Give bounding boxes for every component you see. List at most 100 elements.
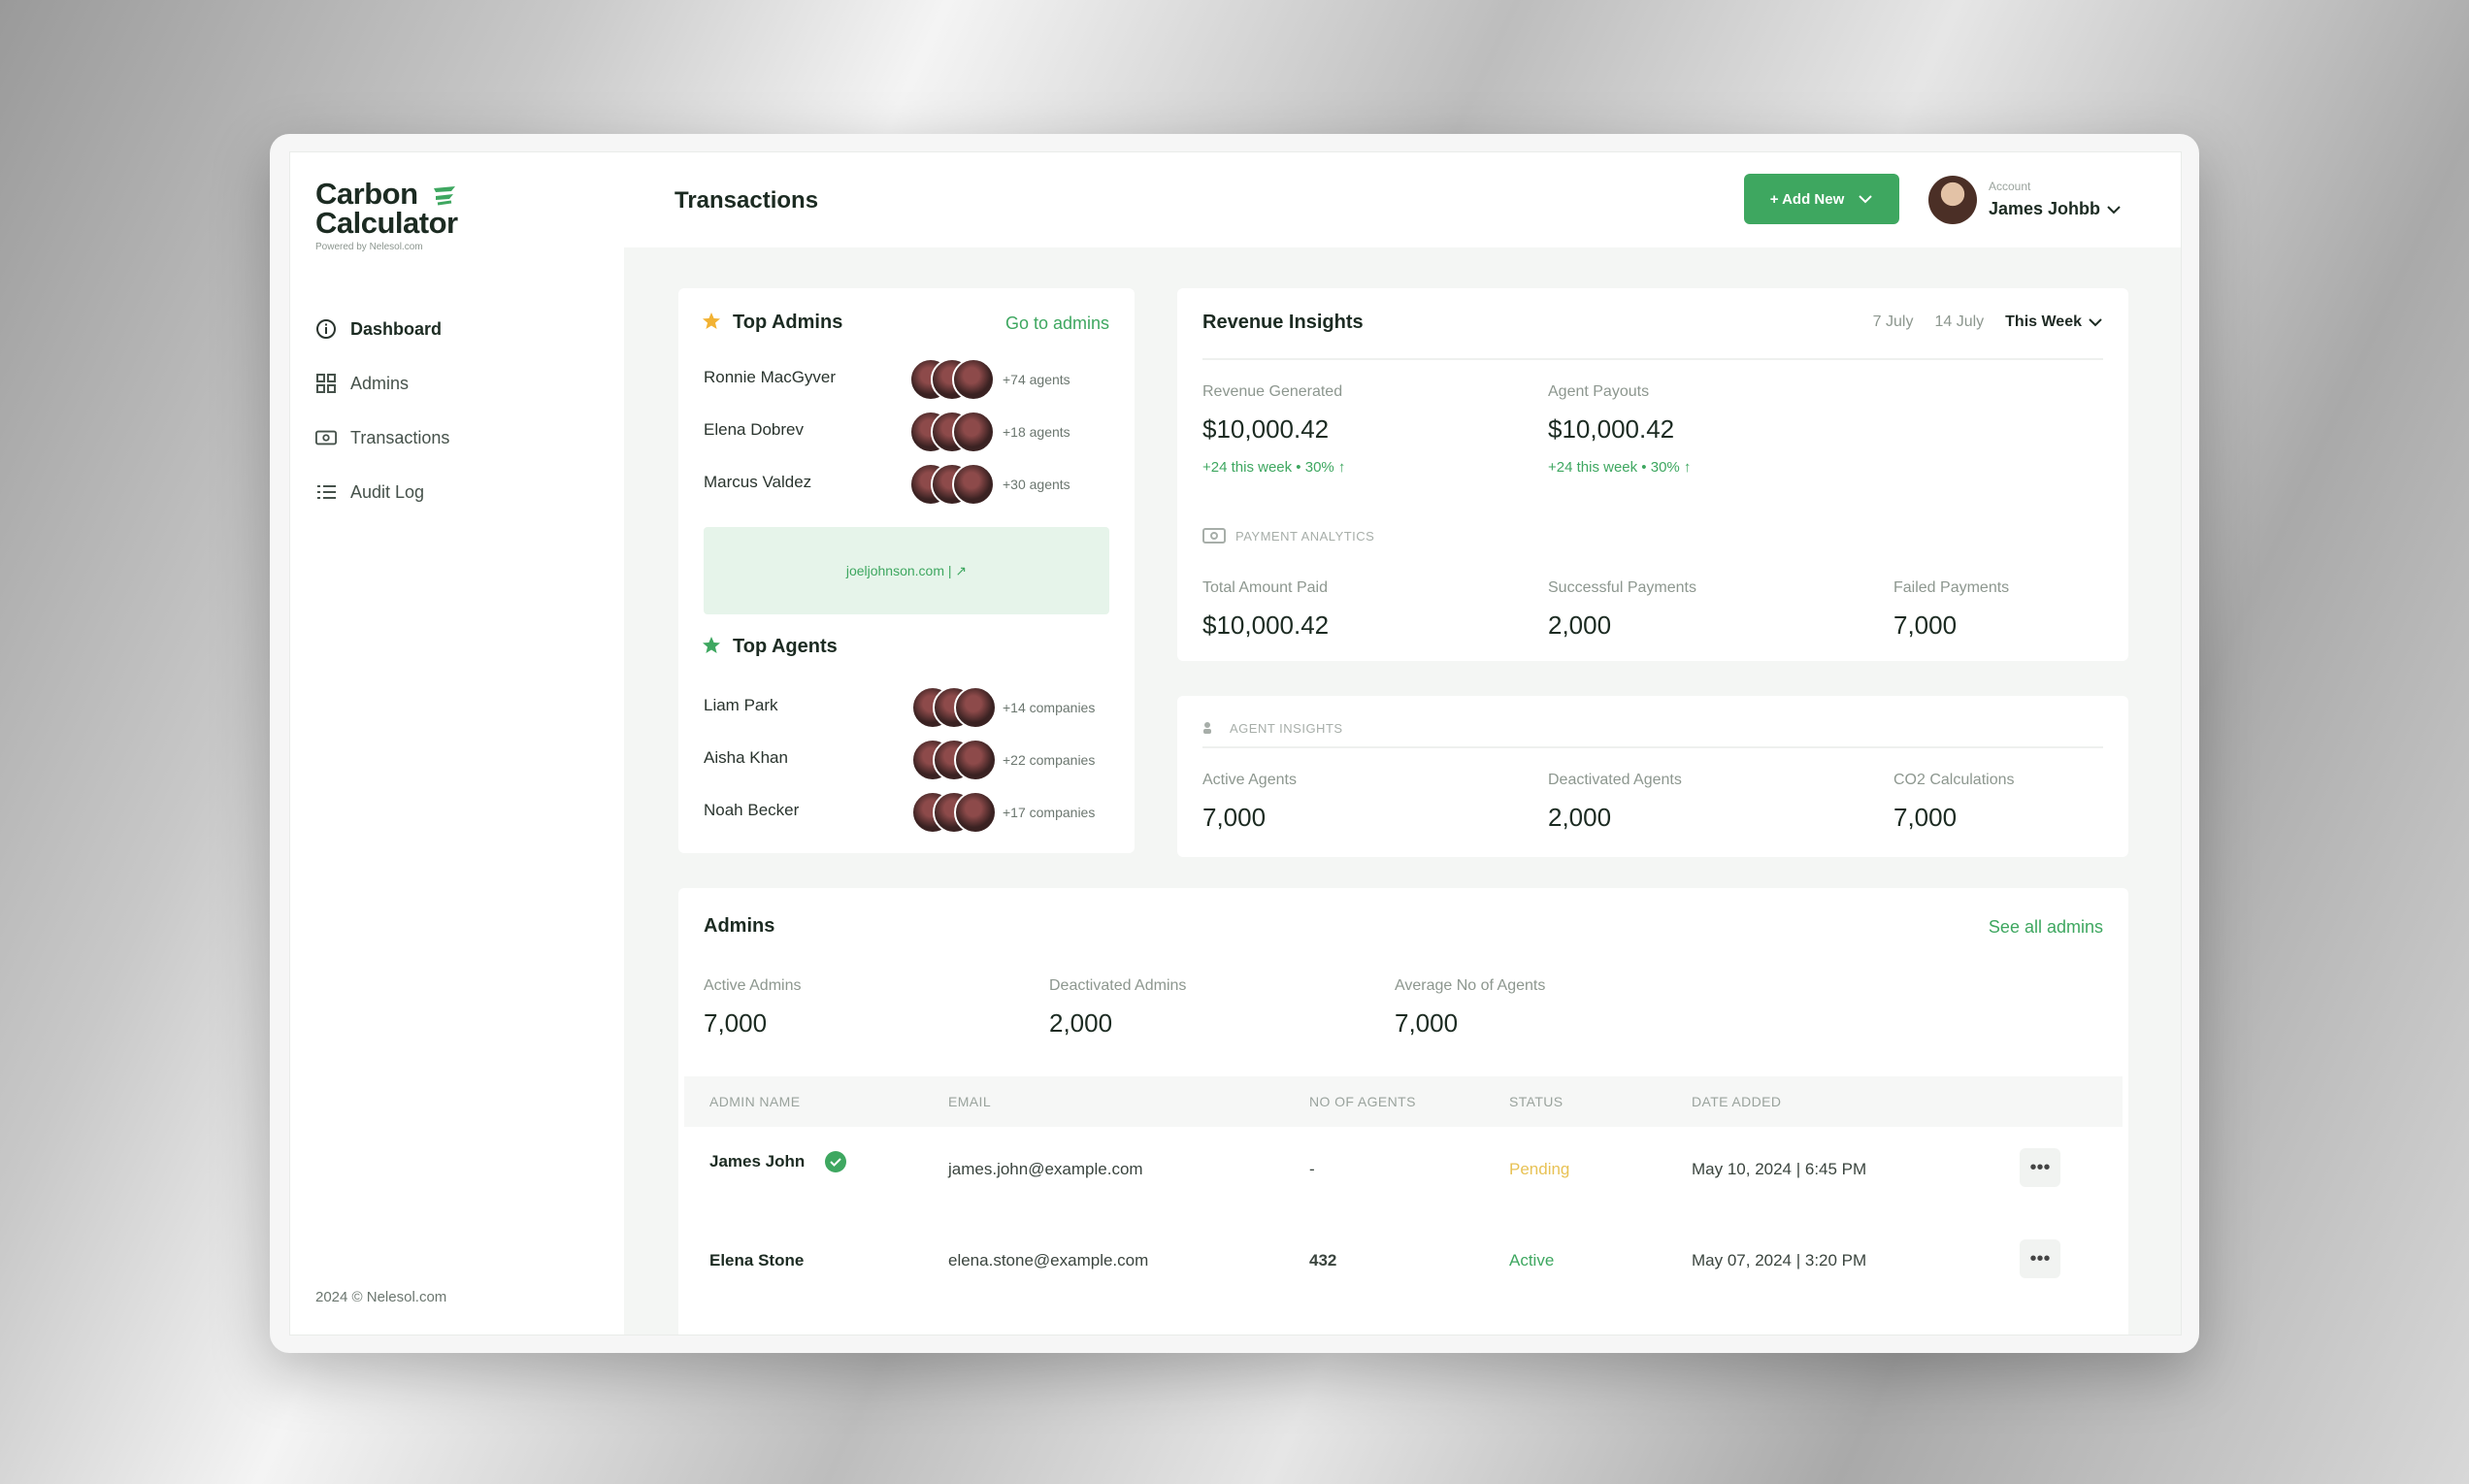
row-menu-button[interactable]: ••• (2020, 1239, 2060, 1278)
main-content: Top Admins Go to admins Ronnie MacGyver … (624, 247, 2181, 1335)
brand-logo[interactable]: Carbon Calculator Powered by Nelesol.com (315, 179, 458, 252)
column-header[interactable]: EMAIL (948, 1094, 991, 1109)
account-name: James Johbb (1989, 199, 2101, 218)
top-admin-name: Marcus Valdez (704, 473, 812, 491)
list-icon (315, 481, 337, 503)
average-agents-value: 7,000 (1395, 1008, 1459, 1038)
avatar[interactable] (1928, 176, 1977, 224)
admin-email[interactable]: elena.stone@example.com (948, 1251, 1148, 1270)
agent-payouts-value: $10,000.42 (1548, 414, 1675, 444)
top-agents-title: Top Agents (733, 636, 838, 657)
avatar-stack (911, 686, 997, 729)
divider (1202, 358, 2103, 360)
brand-sub: Powered by Nelesol.com (315, 242, 423, 252)
app-window: Carbon Calculator Powered by Nelesol.com… (289, 151, 2182, 1336)
co2-calculations-label: CO2 Calculations (1893, 772, 2015, 788)
sidebar-item-dashboard[interactable]: Dashboard (315, 302, 449, 356)
grid-icon (315, 373, 337, 394)
more-icon: ••• (2029, 1156, 2051, 1178)
money-icon (315, 427, 337, 448)
payment-analytics-label: PAYMENT ANALYTICS (1235, 529, 1375, 544)
agent-payouts-label: Agent Payouts (1548, 383, 1650, 400)
brand-line2: Calculator (315, 206, 458, 240)
avatar-stack (909, 463, 995, 506)
company-count: +14 companies (1003, 700, 1096, 715)
admin-agent-count: 432 (1309, 1251, 1337, 1270)
agent-count: +74 agents (1003, 372, 1070, 387)
agent-count: +30 agents (1003, 477, 1070, 492)
sidebar: Carbon Calculator Powered by Nelesol.com… (290, 152, 626, 1335)
avatar-stack (911, 791, 997, 834)
chevron-down-icon (2107, 205, 2121, 214)
add-new-button[interactable]: + Add New (1744, 174, 1899, 224)
revenue-title: Revenue Insights (1202, 312, 1364, 333)
date-filters: 7 July 14 July This Week (1873, 313, 2103, 331)
avatar-stack (909, 411, 995, 453)
admin-date-added: May 10, 2024 | 6:45 PM (1692, 1160, 1867, 1178)
total-paid-value: $10,000.42 (1202, 610, 1330, 640)
filter-this-week-label: This Week (2005, 313, 2082, 330)
info-icon (315, 318, 337, 340)
top-admin-name: Ronnie MacGyver (704, 368, 837, 386)
admin-name: Elena Stone (709, 1251, 805, 1270)
top-agent-name: Noah Becker (704, 801, 800, 819)
active-agents-value: 7,000 (1202, 803, 1267, 832)
leaf-icon (433, 186, 455, 206)
agent-insights-label: AGENT INSIGHTS (1230, 721, 1343, 736)
top-admins-title: Top Admins (733, 312, 843, 333)
column-header[interactable]: DATE ADDED (1692, 1094, 1781, 1109)
filter-14-july[interactable]: 14 July (1934, 313, 1984, 331)
admin-email[interactable]: james.john@example.com (948, 1160, 1143, 1179)
top-agent-name: Aisha Khan (704, 748, 788, 767)
admin-name: James John (709, 1152, 806, 1171)
row-menu-button[interactable]: ••• (2020, 1148, 2060, 1187)
account-label: Account (1989, 180, 2031, 193)
active-agents-label: Active Agents (1202, 772, 1297, 788)
website-link: joeljohnson.com | ↗ (845, 562, 968, 578)
avatar (952, 463, 995, 506)
avatar (952, 411, 995, 453)
deactivated-admins-label: Deactivated Admins (1049, 977, 1187, 994)
verified-icon (825, 1151, 846, 1172)
active-admins-label: Active Admins (704, 977, 802, 994)
column-header[interactable]: STATUS (1509, 1094, 1564, 1109)
admins-title: Admins (704, 915, 775, 937)
avatar (954, 686, 997, 729)
revenue-generated-trend: +24 this week • 30% ↑ (1202, 459, 1346, 476)
top-admin-name: Elena Dobrev (704, 420, 805, 439)
avatar (954, 791, 997, 834)
top-admins-panel: Top Admins Go to admins Ronnie MacGyver … (678, 288, 1135, 853)
sidebar-item-transactions[interactable]: Transactions (315, 411, 449, 465)
average-agents-label: Average No of Agents (1395, 977, 1546, 994)
deactivated-agents-value: 2,000 (1548, 803, 1612, 832)
admin-agent-count: - (1309, 1160, 1315, 1178)
more-icon: ••• (2029, 1247, 2051, 1270)
chevron-down-icon (1859, 195, 1872, 204)
add-new-label: + Add New (1769, 190, 1845, 208)
column-header[interactable]: NO OF AGENTS (1309, 1094, 1416, 1109)
revenue-insights-panel: Revenue Insights 7 July 14 July This Wee… (1177, 288, 2128, 661)
agent-payouts-trend: +24 this week • 30% ↑ (1548, 459, 1692, 476)
sidebar-item-admins[interactable]: Admins (315, 356, 449, 411)
total-paid-label: Total Amount Paid (1202, 579, 1328, 596)
column-header[interactable]: ADMIN NAME (709, 1094, 800, 1109)
star-icon (703, 637, 720, 653)
status-badge: Pending (1509, 1160, 1570, 1178)
see-all-admins-link[interactable]: See all admins (1989, 917, 2103, 938)
account-menu[interactable]: James Johbb (1989, 199, 2122, 219)
sidebar-item-label: Admins (350, 373, 410, 393)
website-link-box[interactable]: joeljohnson.com | ↗ (704, 527, 1109, 614)
successful-payments-label: Successful Payments (1548, 579, 1696, 596)
sidebar-item-audit-log[interactable]: Audit Log (315, 465, 449, 519)
go-to-admins-link[interactable]: Go to admins (1005, 313, 1109, 334)
admin-date-added: May 07, 2024 | 3:20 PM (1692, 1251, 1867, 1270)
top-header: Transactions + Add New Account James Joh… (624, 152, 2181, 249)
admins-panel: Admins See all admins Active Admins 7,00… (678, 888, 2128, 1335)
deactivated-admins-value: 2,000 (1049, 1008, 1113, 1038)
avatar (952, 358, 995, 401)
revenue-generated-value: $10,000.42 (1202, 414, 1330, 444)
filter-this-week[interactable]: This Week (2005, 313, 2103, 331)
filter-7-july[interactable]: 7 July (1873, 313, 1914, 331)
company-count: +22 companies (1003, 752, 1096, 768)
successful-payments-value: 2,000 (1548, 610, 1612, 640)
